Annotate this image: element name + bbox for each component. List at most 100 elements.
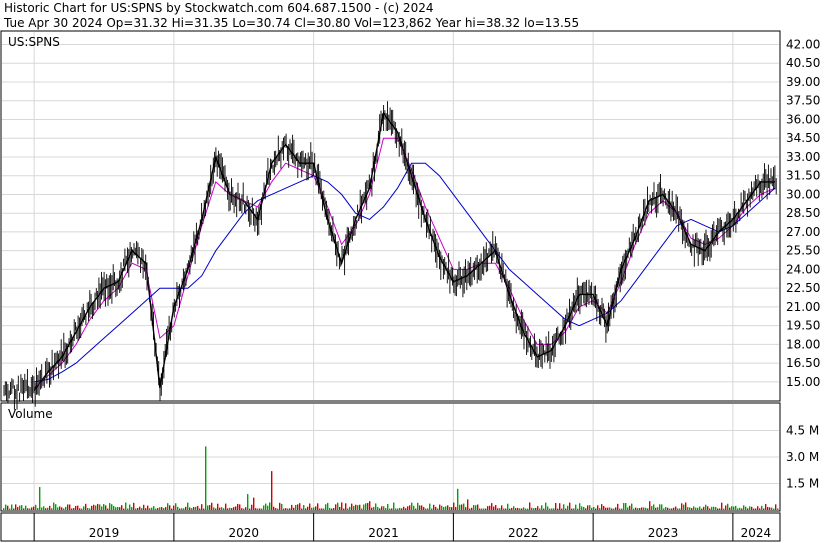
- volume-bar: [323, 508, 325, 510]
- volume-bar: [505, 508, 507, 510]
- volume-bar: [353, 506, 355, 510]
- volume-bar: [57, 507, 59, 510]
- volume-bar: [203, 508, 205, 510]
- volume-bar: [563, 504, 565, 510]
- volume-bar: [573, 508, 575, 510]
- volume-bar: [343, 508, 345, 510]
- volume-bar: [355, 504, 357, 510]
- volume-bar: [425, 508, 427, 510]
- volume-bar: [367, 502, 369, 510]
- volume-bar: [523, 507, 525, 510]
- volume-bar: [105, 505, 107, 510]
- volume-bar: [775, 504, 777, 510]
- volume-bar: [611, 508, 613, 510]
- volume-bar: [27, 508, 29, 510]
- volume-bar: [93, 504, 95, 510]
- volume-bar: [67, 504, 69, 510]
- volume-bar: [499, 508, 501, 510]
- volume-bar: [647, 508, 649, 510]
- volume-bar: [373, 506, 375, 510]
- volume-bar: [407, 506, 409, 510]
- volume-bar: [315, 506, 317, 510]
- volume-bar: [31, 507, 33, 510]
- volume-bar: [309, 503, 311, 510]
- volume-bar: [255, 508, 257, 510]
- price-tick-label: 18.00: [786, 337, 820, 351]
- volume-bar: [377, 507, 379, 510]
- volume-bar: [187, 502, 189, 510]
- volume-bar: [181, 508, 183, 510]
- volume-bar: [163, 508, 165, 510]
- volume-bar: [517, 507, 519, 510]
- volume-bar: [615, 507, 617, 510]
- volume-bar: [123, 508, 125, 510]
- volume-bar: [711, 506, 713, 510]
- volume-bar: [117, 507, 119, 510]
- volume-bar: [179, 508, 181, 510]
- volume-bar: [509, 508, 511, 510]
- volume-bar: [567, 505, 569, 510]
- volume-bar: [151, 507, 153, 510]
- volume-bar: [663, 508, 665, 510]
- volume-bar: [107, 508, 109, 510]
- volume-bar: [749, 506, 751, 510]
- volume-bar: [657, 507, 659, 510]
- volume-bar: [131, 507, 133, 510]
- volume-bar: [361, 508, 363, 510]
- volume-bar: [447, 505, 449, 510]
- volume-bar: [585, 508, 587, 510]
- volume-bar: [95, 505, 97, 510]
- volume-bar: [455, 507, 457, 510]
- volume-bar: [279, 502, 281, 510]
- volume-bar: [661, 504, 663, 510]
- volume-bar: [321, 508, 323, 510]
- price-tick-label: 39.00: [786, 75, 820, 89]
- volume-bar: [61, 507, 63, 510]
- volume-bar: [637, 508, 639, 510]
- volume-bar: [25, 505, 27, 510]
- volume-bar: [141, 508, 143, 510]
- volume-bar: [209, 505, 211, 510]
- volume-bar: [691, 508, 693, 510]
- volume-bar: [143, 504, 145, 510]
- volume-bar: [191, 508, 193, 510]
- volume-bar: [401, 508, 403, 510]
- price-tick-label: 16.50: [786, 356, 820, 370]
- volume-bar: [227, 508, 229, 510]
- volume-bar: [419, 505, 421, 510]
- volume-bar: [481, 508, 483, 510]
- volume-bar: [189, 507, 191, 510]
- volume-bar: [621, 508, 623, 510]
- volume-bar: [525, 508, 527, 510]
- volume-bar: [719, 508, 721, 510]
- volume-bar: [395, 508, 397, 510]
- volume-bar: [359, 504, 361, 510]
- volume-bar: [771, 507, 773, 510]
- price-tick-label: 22.50: [786, 281, 820, 295]
- volume-bar: [597, 505, 599, 510]
- volume-bar: [709, 508, 711, 510]
- volume-bar: [289, 508, 291, 510]
- volume-bar: [677, 508, 679, 510]
- volume-bar: [693, 506, 695, 510]
- volume-bar: [529, 502, 531, 510]
- year-tick-label: 2024: [741, 526, 772, 540]
- stock-chart: US:SPNS Volume 42.0040.5039.0037.5036.00…: [0, 30, 820, 542]
- volume-bar: [681, 503, 683, 510]
- volume-bar: [389, 508, 391, 510]
- volume-bar: [139, 506, 141, 510]
- volume-bar: [723, 508, 725, 510]
- volume-bar: [613, 508, 615, 510]
- volume-bar: [459, 504, 461, 510]
- volume-bar: [635, 507, 637, 510]
- volume-bar: [49, 505, 51, 510]
- volume-bar: [467, 499, 469, 510]
- volume-bar: [3, 508, 5, 510]
- volume-bar: [301, 508, 303, 510]
- volume-bar: [539, 508, 541, 510]
- volume-bar: [745, 506, 747, 510]
- volume-bar: [273, 506, 275, 510]
- volume-bar: [369, 501, 371, 510]
- volume-bar: [243, 508, 245, 510]
- year-tick-label: 2020: [228, 526, 259, 540]
